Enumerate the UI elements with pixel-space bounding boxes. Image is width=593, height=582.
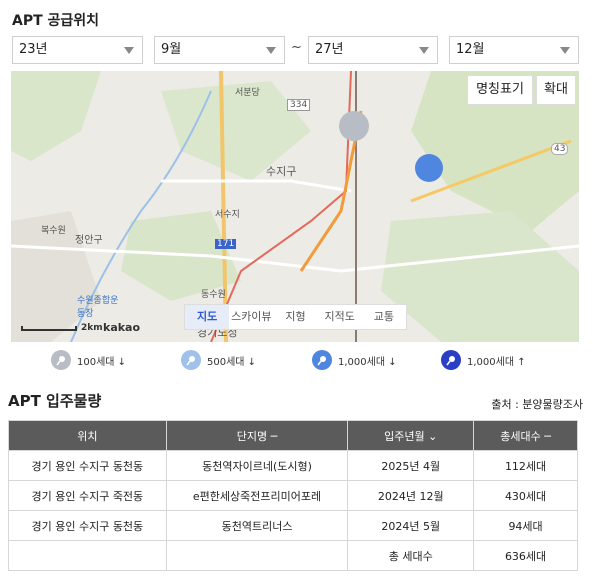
end-year-select[interactable]: 27년	[308, 36, 438, 64]
header-complex-name[interactable]: 단지명 ─	[165, 420, 349, 451]
landmark-toggle-button[interactable]: 명칭표기	[467, 75, 533, 105]
cell-move-in-date: 2024년 5월	[347, 510, 475, 541]
legend-item: 100세대 ↓	[51, 348, 126, 372]
cell-location: 경기 용인 수지구 죽전동	[8, 480, 167, 511]
legend-label: 1,000세대 ↓	[338, 356, 397, 368]
pin-blue-icon	[312, 350, 332, 370]
table-row: 경기 용인 수지구 죽전동 e편한세상죽전프리미어포레 2024년 12월 43…	[8, 480, 578, 511]
map-scale-text: 2km	[81, 323, 103, 333]
end-month-select[interactable]: 12월	[449, 36, 579, 64]
legend-label: 1,000세대 ↑	[467, 356, 526, 368]
supply-section-title: APT 공급위치	[12, 13, 100, 29]
map-label: 171	[215, 239, 237, 249]
chevron-down-icon	[560, 47, 570, 54]
legend-label: 500세대 ↓	[207, 356, 257, 368]
pin-dark-blue-icon	[441, 350, 461, 370]
tab-terrain[interactable]: 지형	[273, 305, 317, 329]
apartment-pin[interactable]	[339, 111, 369, 141]
legend-item: 1,000세대 ↓	[312, 348, 397, 372]
map-label: 복수원	[41, 226, 66, 236]
chevron-down-icon	[419, 47, 429, 54]
cell-move-in-date: 2025년 4월	[347, 450, 475, 481]
kakao-logo: kakao	[103, 321, 141, 334]
chevron-down-icon	[266, 47, 276, 54]
tab-skyview[interactable]: 스카이뷰	[229, 305, 273, 329]
header-move-in-date[interactable]: 입주년월 ⌄	[347, 420, 475, 451]
header-location: 위치	[8, 420, 167, 451]
range-separator: ~	[291, 40, 302, 55]
end-month-value: 12월	[456, 42, 485, 57]
table-total-row: 총 세대수 636세대	[8, 540, 578, 571]
tab-traffic[interactable]: 교통	[362, 305, 406, 329]
legend-label: 100세대 ↓	[77, 356, 127, 368]
apartment-pin[interactable]	[415, 154, 443, 182]
total-label: 총 세대수	[347, 540, 475, 571]
cell-location: 경기 용인 수지구 동천동	[8, 510, 167, 541]
move-in-section-title: APT 입주물량	[8, 392, 102, 410]
map-label: 동수원	[201, 290, 226, 300]
tab-map[interactable]: 지도	[185, 305, 230, 329]
map-type-tabs: 지도 스카이뷰 지형 지적도 교통	[184, 304, 407, 330]
legend-item: 500세대 ↓	[181, 348, 256, 372]
start-month-value: 9월	[161, 42, 182, 57]
map-label: 서수지	[215, 210, 240, 220]
cell-complex-name: 동천역트리너스	[165, 510, 349, 541]
tab-cadastral[interactable]: 지적도	[318, 305, 362, 329]
chevron-down-icon	[124, 47, 134, 54]
map-label: 정안구	[75, 235, 103, 246]
pin-gray-icon	[51, 350, 71, 370]
cell-total-units: 112세대	[473, 450, 578, 481]
map-label: 수원종합운동장	[77, 296, 119, 319]
cell-complex-name: 동천역자이르네(도시형)	[165, 450, 349, 481]
legend-item: 1,000세대 ↑	[441, 348, 526, 372]
map-label: 서분당	[235, 88, 260, 98]
move-in-table: 위치 단지명 ─ 입주년월 ⌄ 총세대수 ─ 경기 용인 수지구 동천동 동천역…	[8, 420, 578, 571]
header-total-units[interactable]: 총세대수 ─	[473, 420, 578, 451]
end-year-value: 27년	[315, 42, 344, 57]
map-view[interactable]: 명칭표기 확대 서분당 334 수지구 서수지 복수원 정안구 171 수원종합…	[11, 71, 579, 342]
data-source: 출처 : 분양물량조사	[491, 398, 583, 411]
table-header-row: 위치 단지명 ─ 입주년월 ⌄ 총세대수 ─	[8, 420, 578, 451]
start-month-select[interactable]: 9월	[154, 36, 285, 64]
cell-move-in-date: 2024년 12월	[347, 480, 475, 511]
table-row: 경기 용인 수지구 동천동 동천역트리너스 2024년 5월 94세대	[8, 510, 578, 541]
map-scale-bar	[21, 326, 77, 331]
map-label: 43	[551, 143, 569, 155]
zoom-button[interactable]: 확대	[536, 75, 576, 105]
map-label: 334	[287, 99, 311, 111]
pin-light-blue-icon	[181, 350, 201, 370]
cell-location: 경기 용인 수지구 동천동	[8, 450, 167, 481]
cell-total-units: 94세대	[473, 510, 578, 541]
map-label: 수지구	[266, 165, 297, 178]
cell-complex-name: e편한세상죽전프리미어포레	[165, 480, 349, 511]
total-value: 636세대	[473, 540, 578, 571]
cell-total-units: 430세대	[473, 480, 578, 511]
table-row: 경기 용인 수지구 동천동 동천역자이르네(도시형) 2025년 4월 112세…	[8, 450, 578, 481]
start-year-select[interactable]: 23년	[12, 36, 143, 64]
start-year-value: 23년	[19, 42, 48, 57]
